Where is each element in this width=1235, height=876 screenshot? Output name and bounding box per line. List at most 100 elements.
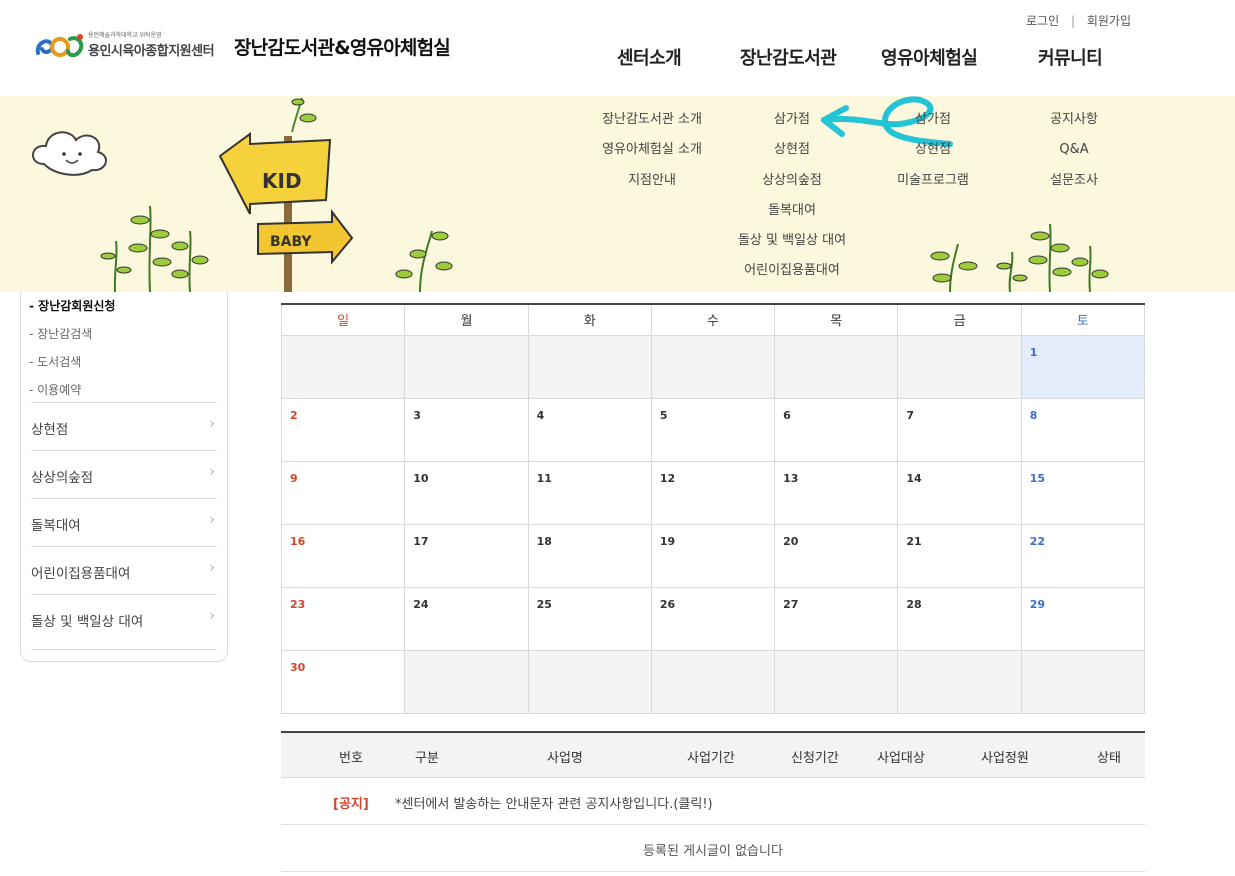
submenu-col-community: 공지사항 Q&A 설문조사 bbox=[1030, 110, 1118, 201]
submenu-col-infant-room: 삼가점 상현점 미술프로그램 bbox=[880, 110, 986, 201]
calendar-day-cell[interactable]: 16 bbox=[280, 523, 406, 588]
calendar-day-cell[interactable]: 6 bbox=[774, 397, 899, 462]
calendar: 일 월 화 수 목 금 토 1 2 3 4 5 6 7 8 9 10 11 12 13 14 15 16 17 1… bbox=[280, 303, 1146, 714]
calendar-day-cell[interactable]: 3 bbox=[404, 397, 529, 462]
calendar-day-cell[interactable]: 28 bbox=[897, 586, 1022, 651]
submenu-col-center: 장난감도서관 소개 영유아체험실 소개 지점안내 bbox=[590, 110, 714, 201]
notice-title-link[interactable]: *센터에서 발송하는 안내문자 관련 공지사항입니다.(클릭!) bbox=[395, 793, 713, 812]
calendar-empty-cell bbox=[404, 334, 529, 399]
side-subitem-book-search[interactable]: - 도서검색 bbox=[29, 353, 81, 370]
side-nav: - 장난감회원신청 - 장난감검색 - 도서검색 - 이용예약 상현점 › 상상… bbox=[20, 292, 228, 662]
submenu-art-program[interactable]: 미술프로그램 bbox=[880, 171, 986, 201]
calendar-week-row: 30 bbox=[280, 649, 1146, 714]
side-item-label: 돌복대여 bbox=[31, 518, 81, 534]
weekday-mon: 월 bbox=[404, 305, 529, 336]
submenu-samga-branch[interactable]: 삼가점 bbox=[712, 110, 872, 140]
side-subitem-toy-search[interactable]: - 장난감검색 bbox=[29, 325, 92, 342]
calendar-day-cell[interactable]: 21 bbox=[897, 523, 1022, 588]
calendar-day-cell[interactable]: 1 bbox=[1020, 334, 1146, 399]
board-col-apply-period: 신청기간 bbox=[791, 751, 839, 766]
board-notice-row[interactable]: [공지] *센터에서 발송하는 안내문자 관련 공지사항입니다.(클릭!) bbox=[281, 778, 1145, 825]
sign-baby-label: BABY bbox=[270, 234, 312, 250]
calendar-week-row: 1 bbox=[280, 334, 1146, 399]
sign-kid-label: KID bbox=[262, 169, 302, 193]
nav-infant-room[interactable]: 영유아체험실 bbox=[881, 44, 978, 70]
submenu-toy-library-intro[interactable]: 장난감도서관 소개 bbox=[590, 110, 714, 140]
logo-subtext: 용인예술과학대학교 위탁운영 bbox=[88, 32, 162, 39]
calendar-day-cell[interactable]: 11 bbox=[527, 460, 652, 525]
calendar-day-cell[interactable]: 15 bbox=[1020, 460, 1146, 525]
calendar-day-cell[interactable]: 25 bbox=[527, 586, 652, 651]
submenu-daycare-supplies[interactable]: 어린이집용품대여 bbox=[712, 261, 872, 291]
side-subitem-toy-membership[interactable]: - 장난감회원신청 bbox=[29, 297, 115, 314]
signup-link[interactable]: 회원가입 bbox=[1087, 14, 1131, 28]
nav-center-intro[interactable]: 센터소개 bbox=[617, 44, 682, 70]
calendar-day-cell[interactable]: 2 bbox=[280, 397, 406, 462]
side-item-sangsang-forest[interactable]: 상상의숲점 › bbox=[31, 450, 217, 498]
calendar-day-cell[interactable]: 22 bbox=[1020, 523, 1146, 588]
submenu-sangsang-forest-branch[interactable]: 상상의숲점 bbox=[712, 171, 872, 201]
submenu-sanghyeon-branch[interactable]: 상현점 bbox=[712, 140, 872, 170]
calendar-day-cell[interactable]: 23 bbox=[280, 586, 406, 651]
calendar-week-row: 23 24 25 26 27 28 29 bbox=[280, 586, 1146, 651]
calendar-day-cell[interactable]: 19 bbox=[650, 523, 776, 588]
board-col-program-period: 사업기간 bbox=[687, 751, 735, 766]
site-logo[interactable]: 용인예술과학대학교 위탁운영 용인시육아종합지원센터 장난감도서관&영유아체험실 bbox=[34, 28, 474, 68]
side-item-sanghyeon[interactable]: 상현점 › bbox=[31, 402, 217, 450]
calendar-day-cell[interactable]: 29 bbox=[1020, 586, 1146, 651]
weekday-tue: 화 bbox=[527, 305, 652, 336]
submenu-qna[interactable]: Q&A bbox=[1030, 140, 1118, 170]
submenu-survey[interactable]: 설문조사 bbox=[1030, 171, 1118, 201]
calendar-day-cell[interactable]: 8 bbox=[1020, 397, 1146, 462]
calendar-day-cell[interactable]: 17 bbox=[404, 523, 529, 588]
calendar-day-cell[interactable]: 24 bbox=[404, 586, 529, 651]
chevron-right-icon: › bbox=[209, 560, 215, 576]
calendar-day-cell[interactable]: 13 bbox=[774, 460, 899, 525]
board-header-row: 번호 구분 사업명 사업기간 신청기간 사업대상 사업정원 상태 bbox=[281, 733, 1145, 778]
submenu-room-sanghyeon[interactable]: 상현점 bbox=[880, 140, 986, 170]
calendar-week-row: 9 10 11 12 13 14 15 bbox=[280, 460, 1146, 525]
board-col-capacity: 사업정원 bbox=[981, 751, 1029, 766]
calendar-day-cell[interactable]: 27 bbox=[774, 586, 899, 651]
logo-org-name: 용인시육아종합지원센터 bbox=[88, 44, 215, 59]
side-item-daycare-supplies[interactable]: 어린이집용품대여 › bbox=[31, 546, 217, 594]
calendar-day-cell[interactable]: 4 bbox=[527, 397, 652, 462]
side-nav-bottom-divider bbox=[31, 649, 217, 650]
side-subitem-reservation[interactable]: - 이용예약 bbox=[29, 381, 81, 398]
submenu-infant-room-intro[interactable]: 영유아체험실 소개 bbox=[590, 140, 714, 170]
side-item-dolbok-rental[interactable]: 돌복대여 › bbox=[31, 498, 217, 546]
calendar-day-cell[interactable]: 20 bbox=[774, 523, 899, 588]
calendar-day-cell[interactable]: 9 bbox=[280, 460, 406, 525]
submenu-room-samga[interactable]: 삼가점 bbox=[880, 110, 986, 140]
calendar-empty-cell bbox=[774, 334, 899, 399]
calendar-day-cell[interactable]: 26 bbox=[650, 586, 776, 651]
calendar-day-cell[interactable]: 7 bbox=[897, 397, 1022, 462]
site-header: 용인예술과학대학교 위탁운영 용인시육아종합지원센터 장난감도서관&영유아체험실… bbox=[0, 0, 1235, 96]
submenu-banner: KID BABY 장난감도서관 소개 영유아체험실 소개 지점안내 삼가점 상현… bbox=[0, 96, 1235, 292]
chevron-right-icon: › bbox=[209, 608, 215, 624]
calendar-empty-cell bbox=[774, 649, 899, 714]
calendar-table: 일 월 화 수 목 금 토 1 2 3 4 5 6 7 8 9 10 11 12 13 14 15 16 17 1… bbox=[280, 305, 1146, 714]
main-nav: 센터소개 장난감도서관 영유아체험실 커뮤니티 bbox=[600, 44, 1140, 74]
submenu-notice[interactable]: 공지사항 bbox=[1030, 110, 1118, 140]
chevron-right-icon: › bbox=[209, 512, 215, 528]
calendar-empty-cell bbox=[1020, 649, 1146, 714]
calendar-weekday-row: 일 월 화 수 목 금 토 bbox=[280, 305, 1146, 336]
nav-community[interactable]: 커뮤니티 bbox=[1038, 44, 1103, 70]
utility-links: 로그인 | 회원가입 bbox=[1026, 12, 1131, 29]
side-item-dolsang-rental[interactable]: 돌상 및 백일상 대여 › bbox=[31, 594, 217, 642]
calendar-day-cell[interactable]: 10 bbox=[404, 460, 529, 525]
calendar-day-cell[interactable]: 30 bbox=[280, 649, 406, 714]
calendar-day-cell[interactable]: 12 bbox=[650, 460, 776, 525]
login-link[interactable]: 로그인 bbox=[1026, 14, 1059, 28]
calendar-day-cell[interactable]: 18 bbox=[527, 523, 652, 588]
nav-toy-library[interactable]: 장난감도서관 bbox=[740, 44, 837, 70]
submenu-branch-info[interactable]: 지점안내 bbox=[590, 171, 714, 201]
board-col-status: 상태 bbox=[1097, 751, 1121, 766]
submenu-dolsang-rental[interactable]: 돌상 및 백일상 대여 bbox=[712, 231, 872, 261]
submenu-dolbok-rental[interactable]: 돌복대여 bbox=[712, 201, 872, 231]
calendar-day-cell[interactable]: 5 bbox=[650, 397, 776, 462]
empty-message: 등록된 게시글이 없습니다 bbox=[643, 844, 783, 859]
calendar-day-cell[interactable]: 14 bbox=[897, 460, 1022, 525]
logo-mark-icon bbox=[35, 34, 84, 58]
